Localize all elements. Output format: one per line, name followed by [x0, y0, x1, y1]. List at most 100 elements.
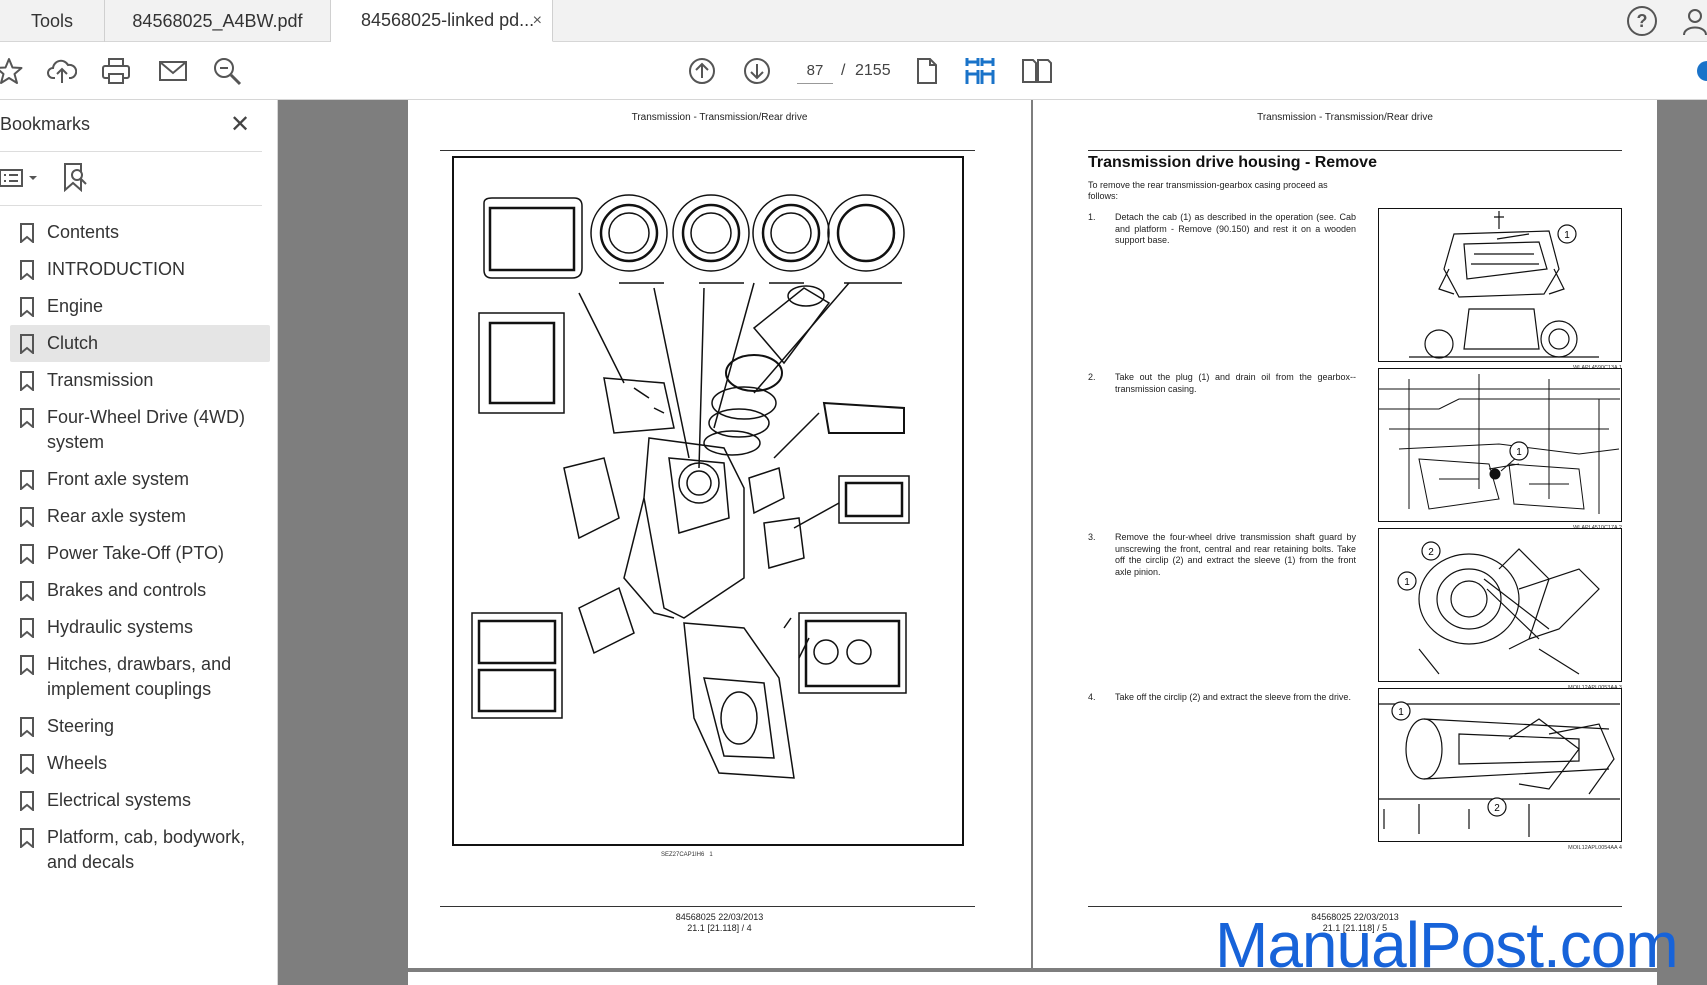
bookmark-icon [19, 371, 35, 398]
section-title: Transmission drive housing - Remove [1088, 154, 1377, 171]
callout-1: 1 [1404, 577, 1410, 588]
tab-tools[interactable]: Tools [0, 0, 105, 42]
bookmark-item[interactable]: Front axle system [10, 461, 270, 498]
close-bookmarks-icon[interactable]: ✕ [230, 110, 250, 139]
step-number: 1. [1088, 212, 1096, 222]
bookmark-icon [19, 334, 35, 361]
step-text: Remove the four-wheel drive transmission… [1115, 532, 1356, 577]
tab-document-1[interactable]: 84568025_A4BW.pdf [105, 0, 331, 42]
bookmark-item[interactable]: Clutch [10, 325, 270, 362]
step-4-caption: MOIL12APL0054AA 4 [1568, 845, 1622, 851]
bookmark-label: Transmission [47, 370, 154, 390]
step-number: 2. [1088, 372, 1096, 382]
bookmark-label: Rear axle system [47, 506, 187, 526]
bookmark-label: Front axle system [47, 469, 190, 489]
bookmark-label: Power Take-Off (PTO) [47, 543, 225, 563]
callout-1: 1 [1398, 707, 1404, 718]
header-rule [440, 150, 975, 151]
step-2-image: 1 [1378, 368, 1622, 522]
bookmark-item[interactable]: Power Take-Off (PTO) [10, 535, 270, 572]
bookmark-item[interactable]: Rear axle system [10, 498, 270, 535]
bookmark-item[interactable]: Electrical systems [10, 782, 270, 819]
bookmark-label: Electrical systems [47, 790, 192, 810]
bookmark-icon [19, 507, 35, 534]
exploded-transmission-diagram [452, 156, 964, 846]
next-page-icon[interactable] [740, 54, 774, 88]
pdf-page-right: Transmission - Transmission/Rear drive T… [1033, 100, 1657, 968]
star-icon[interactable] [0, 54, 26, 88]
page-separator: / [841, 62, 846, 79]
bookmark-icon [19, 828, 35, 855]
figure-code-text: SEZ27CAP1IH6 [661, 852, 705, 858]
bookmark-item[interactable]: INTRODUCTION [10, 251, 270, 288]
bookmark-label: Platform, cab, bodywork, and decals [47, 827, 246, 872]
step-number: 4. [1088, 692, 1096, 702]
bookmark-item[interactable]: Brakes and controls [10, 572, 270, 609]
divider [0, 151, 262, 152]
bookmark-item[interactable]: Four-Wheel Drive (4WD) system [10, 399, 270, 461]
callout-2: 2 [1494, 803, 1500, 814]
mail-icon[interactable] [156, 54, 190, 88]
document-viewport[interactable]: Transmission - Transmission/Rear drive S… [278, 100, 1707, 985]
watermark-text: ManualPost.com [1215, 909, 1679, 981]
sleeve-extraction-illustration: 1 2 [1379, 701, 1620, 837]
page-header: Transmission - Transmission/Rear drive [631, 112, 808, 123]
footer-doc-date: 84568025 22/03/2013 [675, 912, 764, 922]
two-page-view-icon[interactable] [1020, 54, 1054, 88]
transmission-housing-illustration [471, 194, 910, 779]
page-total: 2155 [855, 62, 891, 79]
bookmark-icon [19, 544, 35, 571]
bookmark-item[interactable]: Wheels [10, 745, 270, 782]
bookmark-label: Hydraulic systems [47, 617, 194, 637]
bookmark-label: Hitches, drawbars, and implement couplin… [47, 654, 232, 699]
toolbar: / 2155 [0, 42, 1707, 100]
bookmark-options-icon[interactable] [0, 164, 40, 194]
add-bookmark-icon[interactable] [62, 162, 88, 197]
bookmark-icon [19, 655, 35, 682]
footer-rule [1088, 906, 1622, 907]
tab-document-2[interactable]: 84568025-linked pd... × [331, 0, 553, 42]
cloud-upload-icon[interactable] [45, 54, 79, 88]
page-number-input[interactable] [797, 58, 833, 84]
bookmark-icon [19, 717, 35, 744]
bookmark-label: INTRODUCTION [47, 259, 185, 279]
side-panel-toggle-icon[interactable] [1695, 54, 1707, 88]
bookmark-list: Contents INTRODUCTION Engine Clutch Transmis… [10, 214, 270, 881]
divider [0, 205, 262, 206]
bookmark-label: Clutch [47, 333, 99, 353]
callout-2: 2 [1428, 547, 1434, 558]
print-icon[interactable] [99, 54, 133, 88]
pdf-page-left: Transmission - Transmission/Rear drive S… [408, 100, 1031, 968]
footer-page-ref: 21.1 [21.118] / 4 [687, 923, 752, 933]
bookmark-icon [19, 791, 35, 818]
scrolling-view-icon[interactable] [963, 54, 997, 88]
bookmark-label: Four-Wheel Drive (4WD) system [47, 407, 246, 452]
bookmark-icon [19, 618, 35, 645]
bookmark-icon [19, 223, 35, 250]
bookmark-item[interactable]: Hydraulic systems [10, 609, 270, 646]
bookmark-item[interactable]: Platform, cab, bodywork, and decals [10, 819, 270, 881]
bookmark-item[interactable]: Transmission [10, 362, 270, 399]
bookmark-label: Contents [47, 222, 120, 242]
bookmark-label: Wheels [47, 753, 108, 773]
drain-plug-illustration: 1 [1379, 374, 1620, 514]
step-4-image: 1 2 [1378, 688, 1622, 842]
zoom-search-icon[interactable] [210, 54, 244, 88]
help-button[interactable]: ? [1627, 6, 1657, 36]
bookmark-icon [19, 581, 35, 608]
previous-page-icon[interactable] [685, 54, 719, 88]
bookmark-item[interactable]: Engine [10, 288, 270, 325]
intro-text: To remove the rear transmission-gearbox … [1088, 180, 1328, 201]
circlip-removal-illustration: 2 1 [1397, 541, 1600, 675]
single-page-view-icon[interactable] [910, 54, 944, 88]
bookmark-item[interactable]: Contents [10, 214, 270, 251]
tab-close-icon[interactable]: × [533, 12, 542, 30]
page-header: Transmission - Transmission/Rear drive [1257, 112, 1433, 123]
tab-tools-label: Tools [30, 10, 74, 31]
account-icon[interactable] [1683, 7, 1707, 40]
bookmark-icon [19, 260, 35, 287]
bookmark-item[interactable]: Steering [10, 708, 270, 745]
bookmark-icon [19, 470, 35, 497]
bookmark-label: Brakes and controls [47, 580, 207, 600]
bookmark-item[interactable]: Hitches, drawbars, and implement couplin… [10, 646, 270, 708]
